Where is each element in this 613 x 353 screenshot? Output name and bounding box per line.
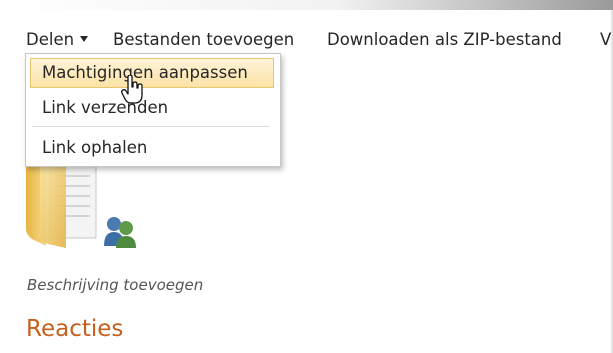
share-menu-button[interactable]: Delen — [26, 29, 89, 51]
dropdown-caret-icon — [80, 36, 89, 42]
share-dropdown-menu: Machtigingen aanpassen Link verzenden Li… — [25, 53, 281, 167]
truncated-command-button[interactable]: V — [600, 29, 611, 51]
comments-heading: Reacties — [26, 316, 124, 342]
menu-item-get-link[interactable]: Link ophalen — [30, 133, 274, 163]
shared-folder-icon — [26, 165, 146, 252]
add-files-button[interactable]: Bestanden toevoegen — [113, 29, 294, 51]
menu-item-edit-permissions[interactable]: Machtigingen aanpassen — [30, 58, 274, 88]
add-description-link[interactable]: Beschrijving toevoegen — [27, 276, 203, 294]
menu-separator — [32, 126, 270, 127]
download-zip-button[interactable]: Downloaden als ZIP-bestand — [327, 29, 562, 51]
share-label: Delen — [26, 30, 75, 49]
menu-item-send-link[interactable]: Link verzenden — [30, 93, 274, 123]
window-top-edge — [0, 0, 613, 10]
hand-pointer-icon — [121, 74, 145, 109]
